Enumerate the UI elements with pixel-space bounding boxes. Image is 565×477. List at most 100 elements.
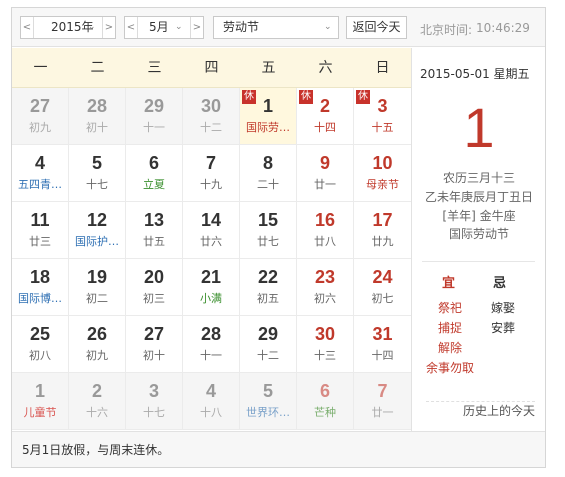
day-cell[interactable]: 27 初九 bbox=[12, 88, 69, 144]
yi-item: 祭祀 bbox=[437, 301, 462, 315]
day-cell[interactable]: 1 儿童节 bbox=[12, 373, 69, 429]
chevron-down-icon[interactable]: ⌄ bbox=[175, 17, 183, 38]
day-number: 30 bbox=[314, 324, 336, 344]
day-cell[interactable]: 休 2 十四 bbox=[297, 88, 354, 144]
selected-date: 2015-05-01 星期五 bbox=[420, 67, 530, 81]
month-value: 5月 bbox=[149, 20, 169, 34]
week-row: 18 国际博… 19 初二 20 初三 21 小满 22 初五 23 初六 24 初七 bbox=[12, 259, 411, 316]
ji-item: 嫁娶 bbox=[490, 301, 515, 315]
day-number: 13 bbox=[143, 210, 165, 230]
day-cell[interactable]: 24 初七 bbox=[354, 259, 411, 315]
day-subtitle: 十二 bbox=[200, 121, 222, 134]
year-selector[interactable]: < 2015年 ⌄ > bbox=[20, 16, 116, 39]
day-subtitle: 初七 bbox=[371, 292, 394, 305]
day-detail-panel: 2015-05-01 星期五 1 农历三月十三 乙未年庚辰月丁丑日 [羊年] 金… bbox=[411, 48, 545, 431]
day-cell[interactable]: 4 五四青… bbox=[12, 145, 69, 201]
day-number: 25 bbox=[29, 324, 51, 344]
day-number: 28 bbox=[200, 324, 222, 344]
day-cell[interactable]: 13 廿五 bbox=[126, 202, 183, 258]
day-cell[interactable]: 28 十一 bbox=[183, 316, 240, 372]
day-cell[interactable]: 8 二十 bbox=[240, 145, 297, 201]
chevron-down-icon[interactable]: ⌄ bbox=[88, 17, 96, 38]
day-number: 28 bbox=[86, 96, 108, 116]
day-subtitle: 初九 bbox=[86, 349, 108, 362]
next-year-icon[interactable]: > bbox=[102, 17, 115, 38]
day-cell[interactable]: 10 母亲节 bbox=[354, 145, 411, 201]
week-row: 1 儿童节 2 十六 3 十七 4 十八 5 世界环… 6 芒种 7 廿一 bbox=[12, 373, 411, 430]
day-number: 31 bbox=[372, 324, 393, 344]
day-number: 20 bbox=[143, 267, 165, 287]
day-subtitle: 廿六 bbox=[200, 235, 222, 248]
holiday-value: 劳动节 bbox=[223, 20, 260, 34]
day-subtitle: 廿五 bbox=[143, 235, 165, 248]
day-cell[interactable]: 11 廿三 bbox=[12, 202, 69, 258]
back-to-today-button[interactable]: 返回今天 bbox=[346, 16, 407, 39]
prev-year-icon[interactable]: < bbox=[21, 17, 34, 38]
day-number: 4 bbox=[34, 153, 45, 173]
next-month-icon[interactable]: > bbox=[190, 17, 203, 38]
day-cell[interactable]: 30 十二 bbox=[183, 88, 240, 144]
day-number: 15 bbox=[257, 210, 279, 230]
day-cell[interactable]: 29 十一 bbox=[126, 88, 183, 144]
day-subtitle: 初三 bbox=[143, 292, 165, 305]
day-cell[interactable]: 9 廿一 bbox=[297, 145, 354, 201]
day-number: 26 bbox=[86, 324, 108, 344]
prev-month-icon[interactable]: < bbox=[125, 17, 138, 38]
day-number: 1 bbox=[262, 96, 273, 116]
day-subtitle: 立夏 bbox=[143, 178, 165, 191]
day-cell[interactable]: 5 世界环… bbox=[240, 373, 297, 429]
chevron-down-icon[interactable]: ⌄ bbox=[324, 17, 332, 38]
day-subtitle: 十七 bbox=[143, 406, 165, 419]
day-cell[interactable]: 30 十三 bbox=[297, 316, 354, 372]
day-subtitle: 初五 bbox=[257, 292, 279, 305]
day-subtitle: 十七 bbox=[86, 178, 108, 191]
day-cell[interactable]: 25 初八 bbox=[12, 316, 69, 372]
day-subtitle: 廿一 bbox=[314, 178, 336, 191]
day-subtitle: 初十 bbox=[86, 121, 108, 134]
day-cell[interactable]: 23 初六 bbox=[297, 259, 354, 315]
day-cell[interactable]: 21 小满 bbox=[183, 259, 240, 315]
day-number: 6 bbox=[319, 381, 330, 401]
day-cell[interactable]: 休 1 国际劳… bbox=[240, 88, 297, 144]
day-number: 4 bbox=[205, 381, 216, 401]
day-subtitle: 廿八 bbox=[314, 235, 336, 248]
day-cell[interactable]: 20 初三 bbox=[126, 259, 183, 315]
day-cell[interactable]: 28 初十 bbox=[69, 88, 126, 144]
day-cell[interactable]: 7 十九 bbox=[183, 145, 240, 201]
day-cell[interactable]: 5 十七 bbox=[69, 145, 126, 201]
day-cell[interactable]: 26 初九 bbox=[69, 316, 126, 372]
day-subtitle: 五四青… bbox=[18, 178, 62, 191]
day-cell[interactable]: 15 廿七 bbox=[240, 202, 297, 258]
day-cell[interactable]: 18 国际博… bbox=[12, 259, 69, 315]
day-subtitle: 世界环… bbox=[246, 406, 290, 419]
day-cell[interactable]: 16 廿八 bbox=[297, 202, 354, 258]
day-cell[interactable]: 6 芒种 bbox=[297, 373, 354, 429]
beijing-time-value: 10:46:29 bbox=[476, 21, 530, 35]
ji-item: 安葬 bbox=[490, 321, 515, 335]
day-cell[interactable]: 休 3 十五 bbox=[354, 88, 411, 144]
day-subtitle: 小满 bbox=[200, 292, 222, 305]
day-subtitle: 国际劳… bbox=[246, 121, 290, 134]
day-cell[interactable]: 3 十七 bbox=[126, 373, 183, 429]
day-cell[interactable]: 7 廿一 bbox=[354, 373, 411, 429]
day-cell[interactable]: 17 廿九 bbox=[354, 202, 411, 258]
day-cell[interactable]: 14 廿六 bbox=[183, 202, 240, 258]
day-subtitle: 十四 bbox=[371, 349, 394, 362]
day-subtitle: 初十 bbox=[143, 349, 165, 362]
holiday-selector[interactable]: 劳动节 ⌄ bbox=[213, 16, 339, 39]
day-cell[interactable]: 6 立夏 bbox=[126, 145, 183, 201]
day-cell[interactable]: 22 初五 bbox=[240, 259, 297, 315]
day-cell[interactable]: 4 十八 bbox=[183, 373, 240, 429]
selected-day-number: 1 bbox=[463, 96, 495, 159]
month-selector[interactable]: < 5月 ⌄ > bbox=[124, 16, 204, 39]
day-cell[interactable]: 12 国际护… bbox=[69, 202, 126, 258]
day-subtitle: 国际护… bbox=[75, 235, 119, 248]
day-cell[interactable]: 29 十二 bbox=[240, 316, 297, 372]
history-today-link[interactable]: 历史上的今天 bbox=[463, 402, 535, 419]
ji-label: 忌 bbox=[493, 276, 507, 291]
day-cell[interactable]: 19 初二 bbox=[69, 259, 126, 315]
day-cell[interactable]: 27 初十 bbox=[126, 316, 183, 372]
day-cell[interactable]: 31 十四 bbox=[354, 316, 411, 372]
day-number: 5 bbox=[262, 381, 273, 401]
day-cell[interactable]: 2 十六 bbox=[69, 373, 126, 429]
